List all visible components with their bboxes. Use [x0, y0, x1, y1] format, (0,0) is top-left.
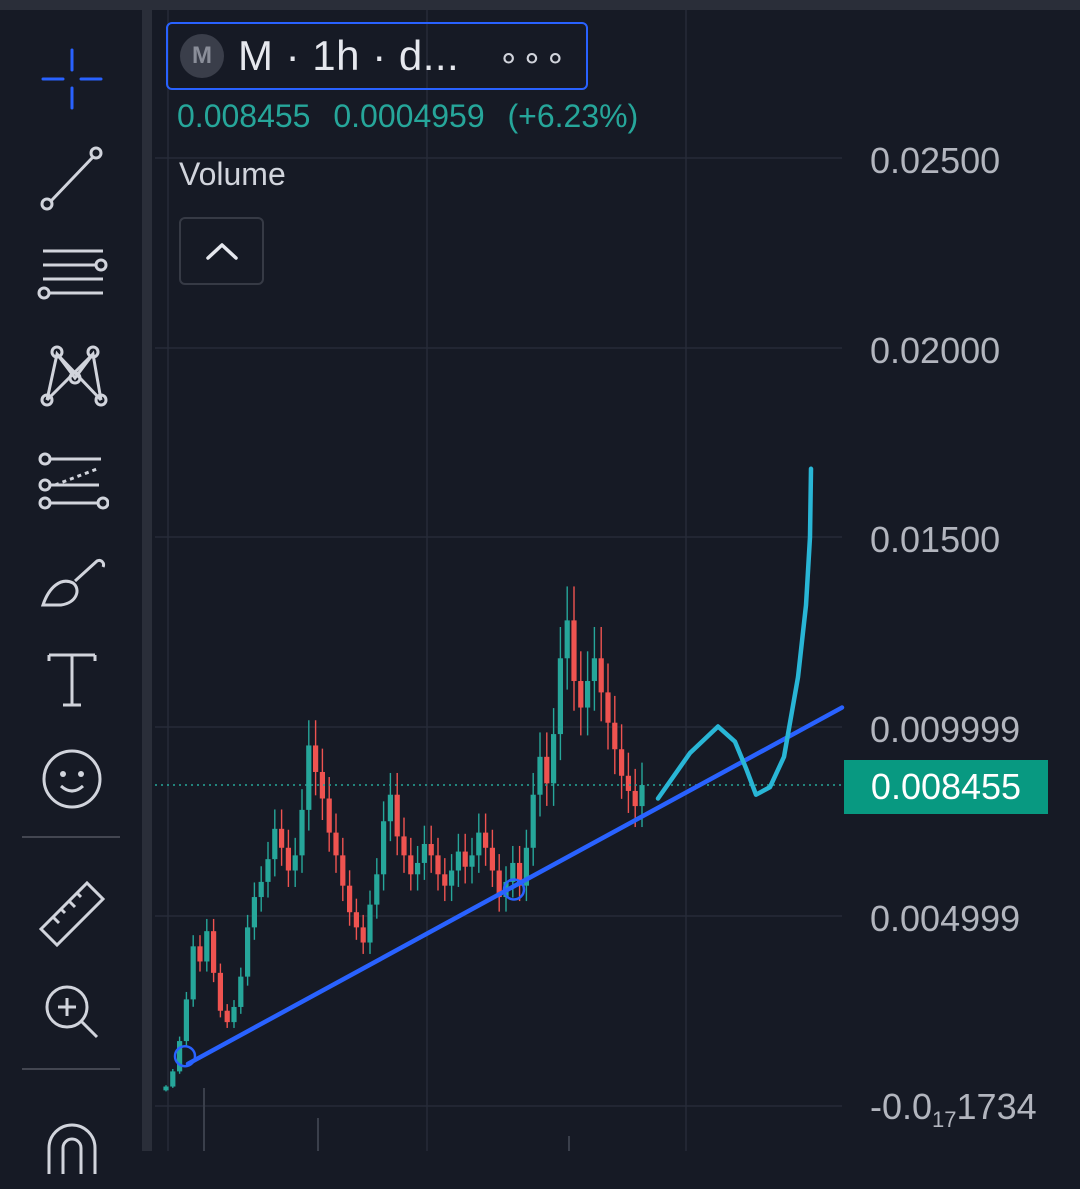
- candle-body: [245, 927, 251, 977]
- candle-body: [353, 912, 359, 928]
- candle-body: [313, 745, 319, 772]
- candle-body: [408, 855, 414, 875]
- candle-body: [469, 855, 475, 867]
- candle-body: [489, 847, 495, 871]
- candle-body: [530, 794, 536, 848]
- price-axis-bottom-label: -0.0171734: [870, 1086, 1037, 1133]
- price-axis-label: 0.01500: [870, 519, 1001, 560]
- candles-layer: [163, 586, 645, 1092]
- candle-body: [279, 828, 285, 848]
- candle-body: [190, 946, 196, 1000]
- candle-body: [435, 855, 441, 875]
- close-value: 0.008455: [177, 98, 311, 134]
- candle-body: [360, 927, 366, 943]
- candle-body: [340, 855, 346, 886]
- candle-body: [483, 832, 489, 848]
- candle-body: [285, 847, 291, 871]
- candle-body: [578, 681, 584, 708]
- ohlc-values: 0.008455 0.0004959 (+6.23%): [177, 98, 652, 135]
- symbol-legend[interactable]: M M · 1h · d... ∘∘∘: [166, 22, 588, 90]
- candle-body: [571, 620, 577, 682]
- candle-body: [476, 832, 482, 856]
- candle-body: [598, 658, 604, 693]
- candle-body: [462, 851, 468, 867]
- more-options-button[interactable]: ∘∘∘: [498, 38, 568, 78]
- candle-body: [551, 734, 557, 784]
- candle-body: [619, 749, 625, 776]
- candle-body: [272, 828, 278, 860]
- chevron-up-icon: [205, 243, 238, 260]
- candle-body: [265, 859, 271, 882]
- candle-body: [299, 809, 305, 856]
- candle-body: [381, 821, 387, 875]
- candle-body: [231, 1006, 237, 1023]
- symbol-title: M · 1h · d...: [238, 32, 460, 79]
- candle-body: [224, 1010, 230, 1023]
- candle-body: [401, 836, 407, 856]
- candle-body: [442, 874, 448, 886]
- candle-body: [428, 843, 434, 856]
- candle-body: [449, 870, 455, 886]
- overlays-layer: [155, 466, 845, 1151]
- candle-body: [347, 885, 353, 913]
- candle-body: [292, 855, 298, 871]
- candle-body: [326, 798, 332, 833]
- candle-body: [585, 681, 591, 708]
- candle-body: [421, 843, 427, 863]
- candle-body: [632, 790, 638, 807]
- candle-body: [238, 976, 244, 1007]
- candle-body: [374, 874, 380, 905]
- bottom-label-main: -0.0: [870, 1086, 933, 1127]
- projection-sketch: [655, 466, 814, 801]
- candle-body: [591, 658, 597, 682]
- candle-body: [204, 931, 210, 962]
- candle-body: [217, 972, 223, 1011]
- candle-body: [415, 862, 421, 875]
- candle-body: [625, 775, 631, 791]
- candle-body: [258, 881, 264, 898]
- candle-body: [544, 756, 550, 784]
- candle-body: [639, 785, 645, 807]
- price-axis-label: 0.02500: [870, 140, 1001, 181]
- candle-body: [367, 904, 373, 943]
- bottom-label-subscript: 17: [932, 1107, 957, 1133]
- candle-body: [564, 620, 570, 659]
- candle-body: [251, 897, 257, 928]
- candle-body: [605, 692, 611, 723]
- change-value: 0.0004959: [333, 98, 485, 134]
- candle-body: [170, 1071, 176, 1087]
- collapse-indicators-button[interactable]: [179, 217, 264, 285]
- candle-body: [333, 832, 339, 856]
- last-price-label: 0.008455: [844, 760, 1048, 814]
- price-axis-label: 0.004999: [870, 898, 1021, 939]
- candle-body: [306, 745, 312, 810]
- candle-body: [455, 851, 461, 871]
- candle-body: [537, 756, 543, 795]
- price-axis-label: 0.02000: [870, 330, 1001, 371]
- candle-body: [163, 1086, 169, 1091]
- candle-body: [183, 999, 189, 1042]
- change-percent: (+6.23%): [507, 98, 639, 134]
- candle-body: [211, 931, 217, 973]
- candle-body: [387, 794, 393, 822]
- price-axis-label: 0.009999: [870, 709, 1021, 750]
- bottom-label-tail: 1734: [956, 1086, 1037, 1127]
- candle-body: [612, 722, 618, 750]
- symbol-logo: M: [180, 34, 224, 78]
- volume-indicator-label[interactable]: Volume: [179, 156, 286, 193]
- candle-body: [557, 658, 563, 735]
- candle-body: [197, 946, 203, 962]
- candle-body: [394, 794, 400, 837]
